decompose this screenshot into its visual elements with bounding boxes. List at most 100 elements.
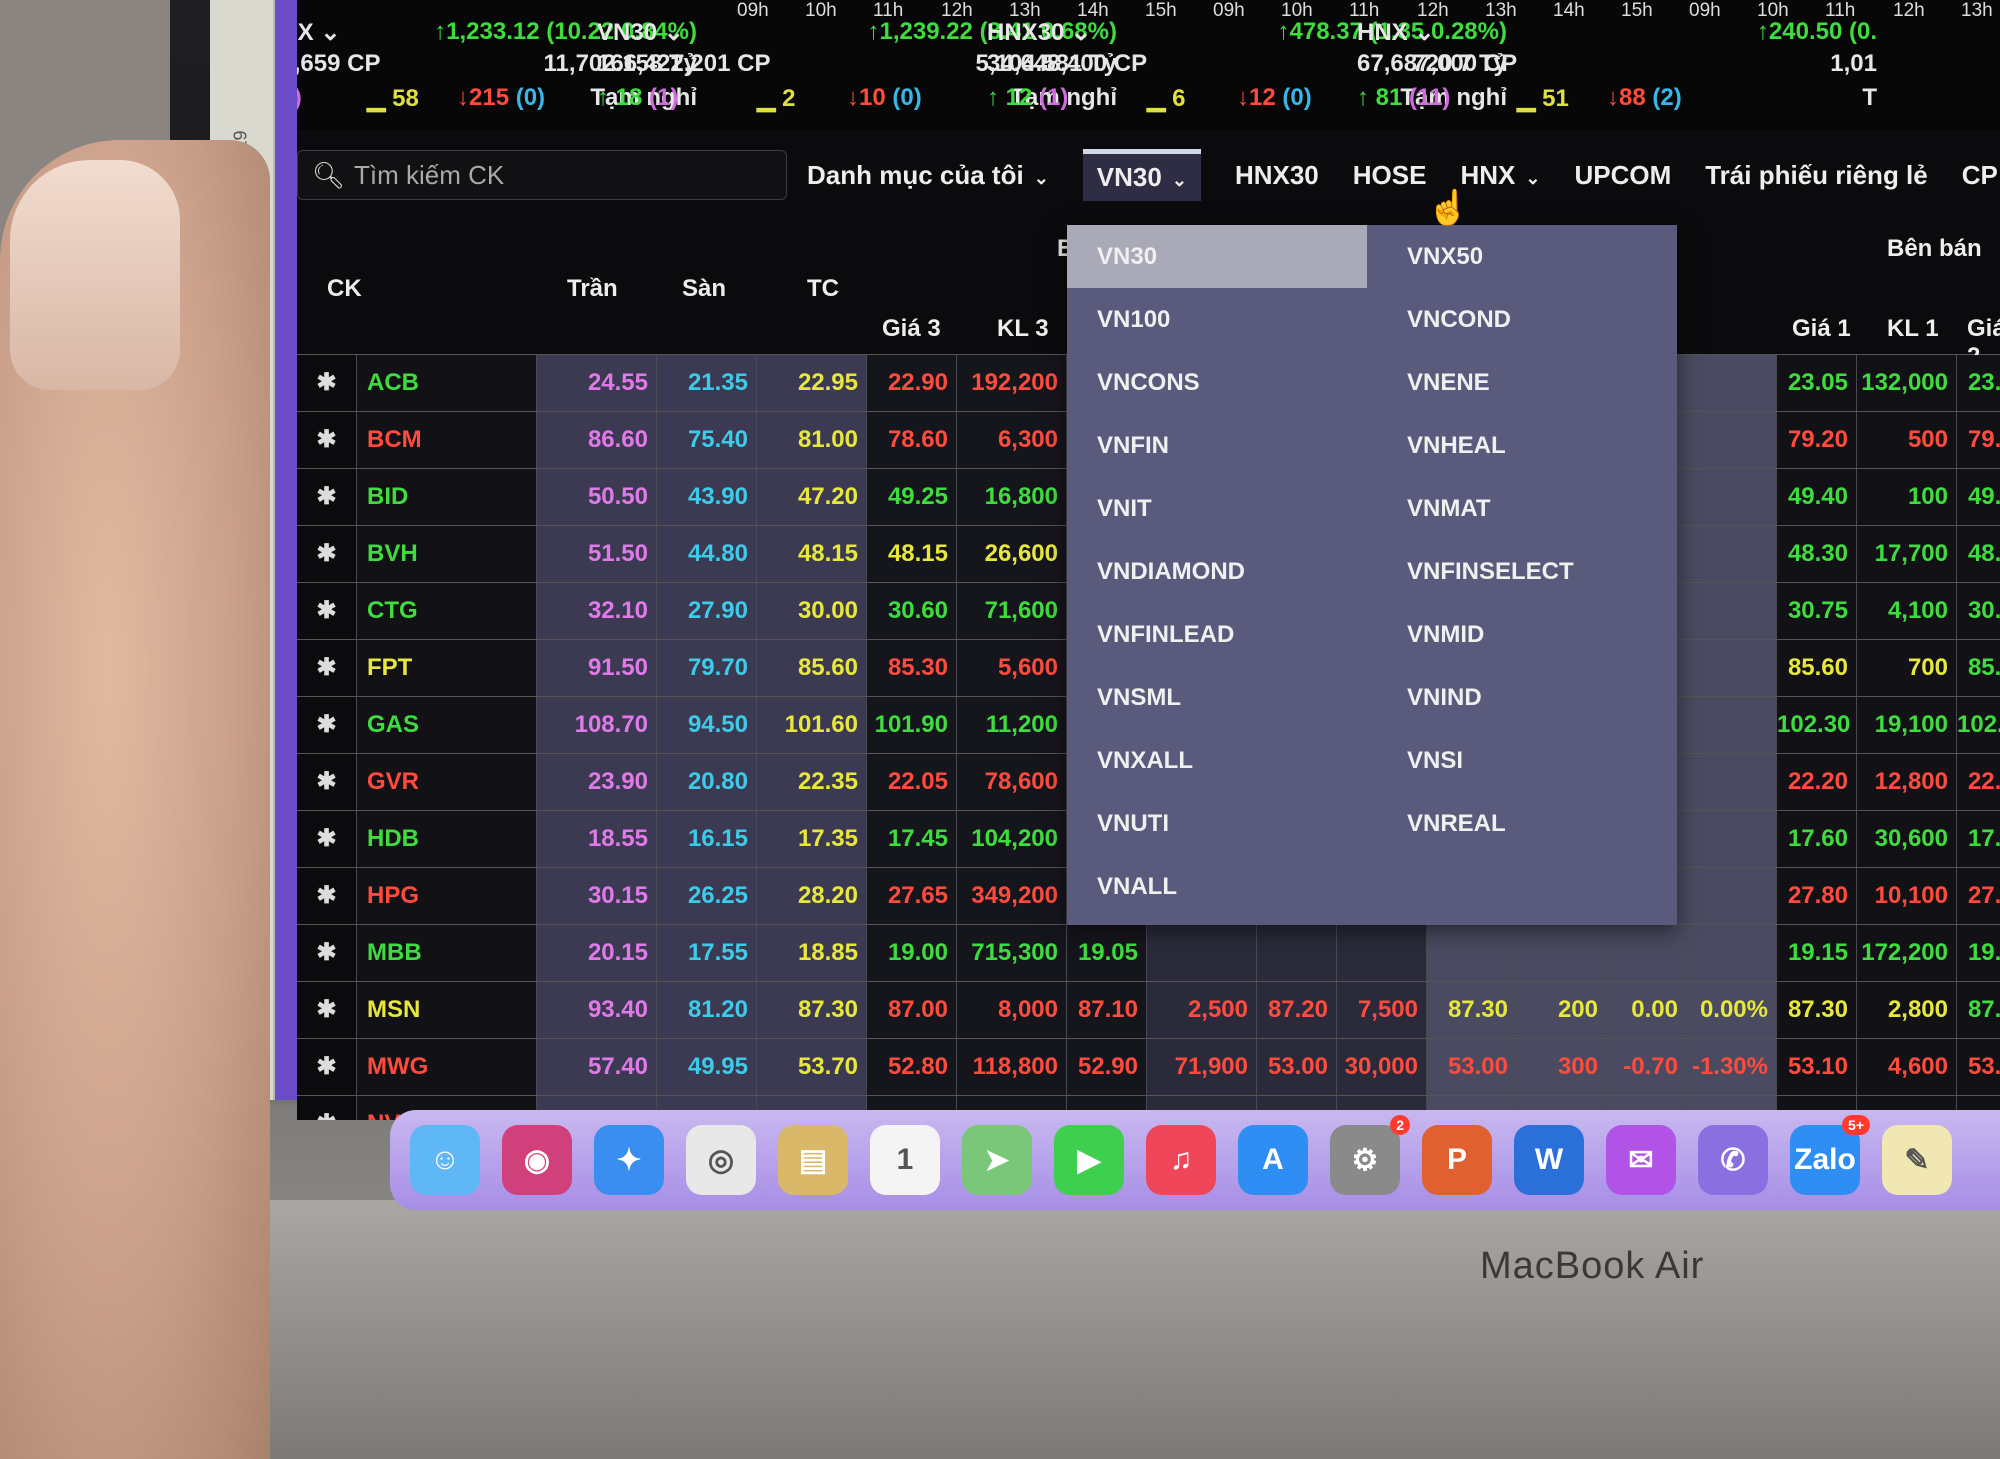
bid-volume-2: 2,500 bbox=[1147, 982, 1257, 1038]
dropdown-option-vn100[interactable]: VN100 bbox=[1067, 288, 1367, 351]
change bbox=[1607, 925, 1687, 981]
dropdown-option-vnxall[interactable]: VNXALL bbox=[1067, 729, 1367, 792]
change-percent bbox=[1687, 811, 1777, 867]
pin-icon[interactable]: ✱ bbox=[297, 925, 357, 981]
tab-danh-m-c-c-a-t-i[interactable]: Danh mục của tôi ⌄ bbox=[807, 160, 1049, 191]
search-input[interactable] bbox=[354, 159, 774, 191]
preview-icon[interactable]: ✎ bbox=[1882, 1125, 1952, 1195]
stock-symbol[interactable]: CTG bbox=[357, 583, 537, 639]
tab-vn30[interactable]: VN30 ⌄ bbox=[1082, 149, 1201, 201]
bid-price-1: 53.00 bbox=[1257, 1039, 1337, 1095]
pin-icon[interactable]: ✱ bbox=[297, 355, 357, 411]
pin-icon[interactable]: ✱ bbox=[297, 1039, 357, 1095]
decliners-count: 10 bbox=[859, 84, 886, 111]
dropdown-option-vnfin[interactable]: VNFIN bbox=[1067, 414, 1367, 477]
maps-glyph: ➤ bbox=[984, 1143, 1010, 1177]
music-icon[interactable]: ♫ bbox=[1146, 1125, 1216, 1195]
maps-icon[interactable]: ➤ bbox=[962, 1125, 1032, 1195]
dropdown-option-vnuti[interactable]: VNUTI bbox=[1067, 792, 1367, 855]
dropdown-option-vnind[interactable]: VNIND bbox=[1377, 666, 1677, 729]
tab-hnx[interactable]: HNX ⌄ bbox=[1460, 160, 1540, 191]
stock-symbol[interactable]: MWG bbox=[357, 1039, 537, 1095]
tab-cp-ng-nh[interactable]: CP Ngành⌄ bbox=[1962, 160, 2000, 191]
notes-glyph: ▤ bbox=[798, 1143, 828, 1177]
dropdown-option-vnheal[interactable]: VNHEAL bbox=[1377, 414, 1677, 477]
dropdown-option-vnene[interactable]: VNENE bbox=[1377, 351, 1677, 414]
floor-price: 81.20 bbox=[657, 982, 757, 1038]
pin-icon[interactable]: ✱ bbox=[297, 868, 357, 924]
search-box[interactable]: 🔍︎ bbox=[297, 150, 787, 200]
finder-icon[interactable]: ☺ bbox=[410, 1125, 480, 1195]
stock-symbol[interactable]: BVH bbox=[357, 526, 537, 582]
pin-icon[interactable]: ✱ bbox=[297, 982, 357, 1038]
stock-symbol[interactable]: HPG bbox=[357, 868, 537, 924]
zalo-icon[interactable]: Zalo 5+ bbox=[1790, 1115, 1870, 1195]
tab-tr-i-phi-u-ri-ng-l-[interactable]: Trái phiếu riêng lẻ bbox=[1705, 160, 1928, 191]
pin-icon[interactable]: ✱ bbox=[297, 811, 357, 867]
dropdown-option-vnfinselect[interactable]: VNFINSELECT bbox=[1377, 540, 1677, 603]
index-summary[interactable]: HNX ⌄ ↑240.50 (0. 67,687,000 CP 1,01 ↑ 81 (1… bbox=[1357, 18, 1877, 128]
bid-price-1 bbox=[1257, 925, 1337, 981]
dropdown-option-vnx50[interactable]: VNX50 bbox=[1377, 225, 1677, 288]
index-name-dropdown[interactable]: VNINDEX ⌄ bbox=[297, 18, 340, 47]
pin-icon[interactable]: ✱ bbox=[297, 1096, 357, 1120]
stock-symbol[interactable]: GAS bbox=[357, 697, 537, 753]
dropdown-option-vnit[interactable]: VNIT bbox=[1067, 477, 1367, 540]
system-settings-icon[interactable]: ⚙ 2 bbox=[1330, 1115, 1410, 1195]
dropdown-option-vnmid[interactable]: VNMID bbox=[1377, 603, 1677, 666]
header-symbol[interactable]: CK bbox=[327, 275, 362, 303]
pin-icon[interactable]: ✱ bbox=[297, 583, 357, 639]
dropdown-option-vnmat[interactable]: VNMAT bbox=[1377, 477, 1677, 540]
dropdown-option-vnsml[interactable]: VNSML bbox=[1067, 666, 1367, 729]
index-name-dropdown[interactable]: HNX ⌄ bbox=[1357, 18, 1434, 47]
pin-icon[interactable]: ✱ bbox=[297, 469, 357, 525]
header-sell-group: Bên bán bbox=[1887, 235, 1982, 262]
pin-icon[interactable]: ✱ bbox=[297, 412, 357, 468]
pin-icon[interactable]: ✱ bbox=[297, 754, 357, 810]
dropdown-option-vnall[interactable]: VNALL bbox=[1067, 855, 1367, 918]
stock-symbol[interactable]: BCM bbox=[357, 412, 537, 468]
dropdown-option-vndiamond[interactable]: VNDIAMOND bbox=[1067, 540, 1367, 603]
tab-hose[interactable]: HOSE bbox=[1353, 160, 1427, 191]
notes-icon[interactable]: ▤ bbox=[778, 1125, 848, 1195]
dropdown-option-vnreal[interactable]: VNREAL bbox=[1377, 792, 1677, 855]
stock-symbol[interactable]: FPT bbox=[357, 640, 537, 696]
powerpoint-icon[interactable]: P bbox=[1422, 1125, 1492, 1195]
index-name: HNX bbox=[1357, 19, 1408, 46]
siri-icon[interactable]: ◉ bbox=[502, 1125, 572, 1195]
arrow-up-icon: ↑ bbox=[1277, 18, 1290, 45]
pin-icon[interactable]: ✱ bbox=[297, 697, 357, 753]
chrome-icon[interactable]: ◎ bbox=[686, 1125, 756, 1195]
stock-symbol[interactable]: GVR bbox=[357, 754, 537, 810]
pin-icon[interactable]: ✱ bbox=[297, 526, 357, 582]
table-row[interactable]: ✱ MBB 20.15 17.55 18.85 19.00 715,300 19.05 19.1… bbox=[297, 925, 2000, 982]
dropdown-option-vnsi[interactable]: VNSI bbox=[1377, 729, 1677, 792]
word-icon[interactable]: W bbox=[1514, 1125, 1584, 1195]
reference-price: 18.85 bbox=[757, 925, 867, 981]
tab-upcom[interactable]: UPCOM bbox=[1574, 160, 1671, 191]
table-row[interactable]: ✱ MWG 57.40 49.95 53.70 52.80 118,800 52.90 71,9… bbox=[297, 1039, 2000, 1096]
stock-symbol[interactable]: HDB bbox=[357, 811, 537, 867]
viber-icon[interactable]: ✆ bbox=[1698, 1125, 1768, 1195]
dropdown-option-vn30[interactable]: VN30 bbox=[1067, 225, 1367, 288]
safari-icon[interactable]: ✦ bbox=[594, 1125, 664, 1195]
stock-symbol[interactable]: MSN bbox=[357, 982, 537, 1038]
index-name-dropdown[interactable]: HNX30 ⌄ bbox=[987, 18, 1091, 47]
dropdown-option-vncons[interactable]: VNCONS bbox=[1067, 351, 1367, 414]
table-row[interactable]: ✱ MSN 93.40 81.20 87.30 87.00 8,000 87.10 2,500 8… bbox=[297, 982, 2000, 1039]
stock-symbol[interactable]: MBB bbox=[357, 925, 537, 981]
stock-symbol[interactable]: BID bbox=[357, 469, 537, 525]
ask-volume-1: 17,700 bbox=[1857, 526, 1957, 582]
dropdown-option-vnfinlead[interactable]: VNFINLEAD bbox=[1067, 603, 1367, 666]
pin-icon[interactable]: ✱ bbox=[297, 640, 357, 696]
index-name-dropdown[interactable]: VN30 ⌄ bbox=[597, 18, 684, 47]
market-tabs: Danh mục của tôi ⌄ VN30 ⌄ HNX30 HOSE HNX ⌄ UPCOM… bbox=[807, 149, 2000, 201]
calendar-icon[interactable]: 1 bbox=[870, 1125, 940, 1195]
facetime-icon[interactable]: ▶ bbox=[1054, 1125, 1124, 1195]
tab-hnx30[interactable]: HNX30 bbox=[1235, 160, 1319, 191]
app-store-icon[interactable]: A bbox=[1238, 1125, 1308, 1195]
dropdown-option-vncond[interactable]: VNCOND bbox=[1377, 288, 1677, 351]
messenger-icon[interactable]: ✉ bbox=[1606, 1125, 1676, 1195]
advancers-count: 81 bbox=[1375, 84, 1403, 111]
stock-symbol[interactable]: ACB bbox=[357, 355, 537, 411]
